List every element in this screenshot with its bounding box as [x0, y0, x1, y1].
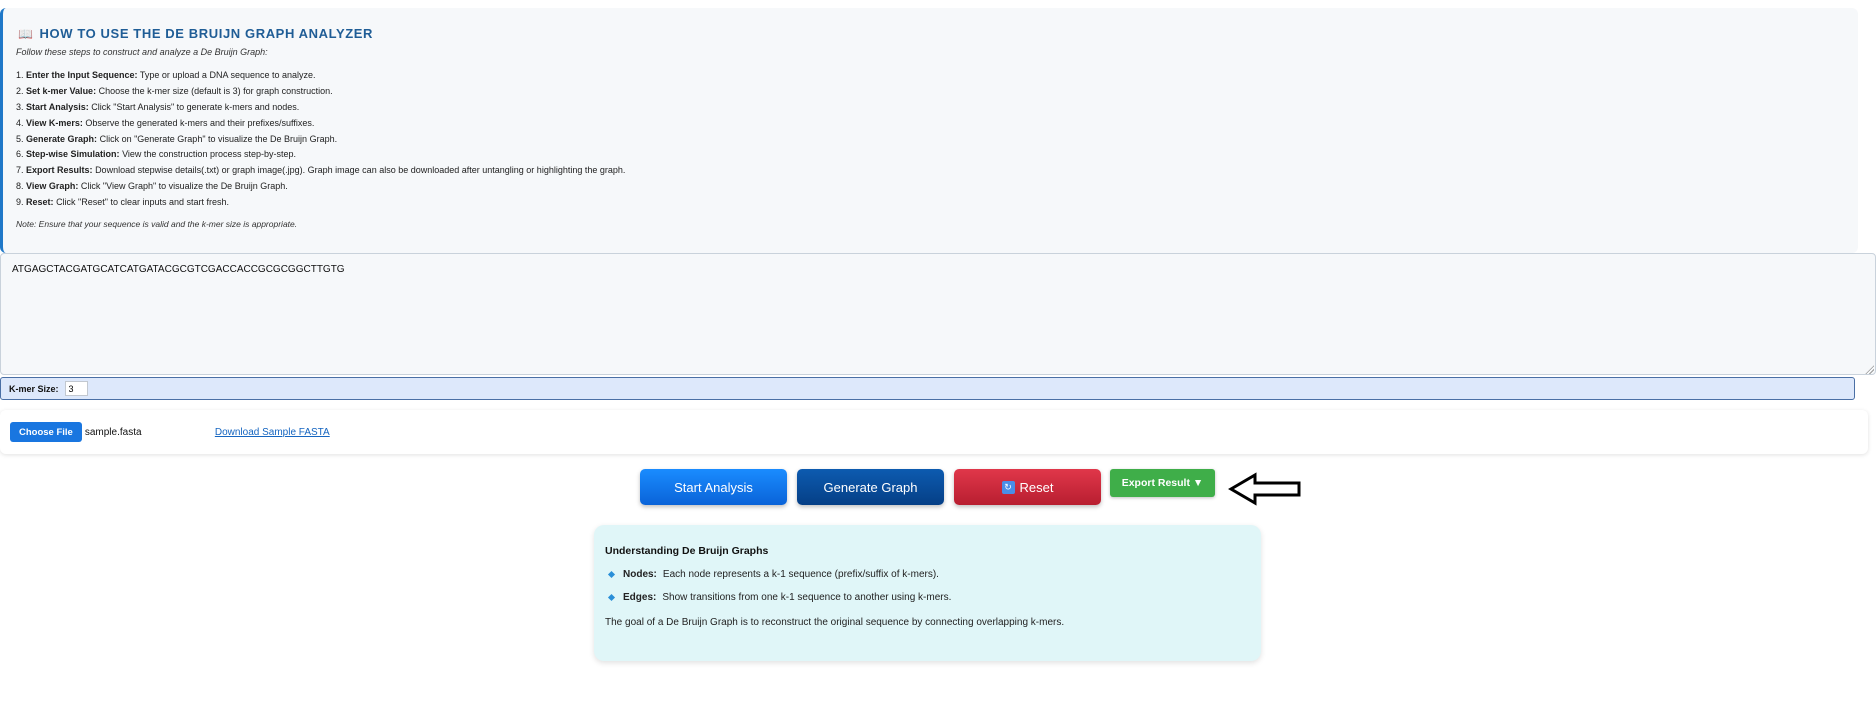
step-number: 2.: [16, 85, 24, 96]
download-sample-link[interactable]: Download Sample FASTA: [215, 427, 330, 438]
step-label: Generate Graph:: [26, 133, 98, 144]
info-item-nodes: Nodes: Each node represents a k-1 sequen…: [607, 569, 1261, 580]
left-arrow-icon: [1228, 472, 1301, 506]
instructions-note: Note: Ensure that your sequence is valid…: [16, 219, 298, 230]
info-item-label: Edges:: [623, 592, 657, 603]
page: 📖 HOW TO USE THE DE BRUIJN GRAPH ANALYZE…: [0, 0, 1876, 705]
step-item: 9. Reset: Click "Reset" to clear inputs …: [16, 195, 1858, 211]
step-label: Start Analysis:: [26, 101, 89, 112]
step-text: View the construction process step-by-st…: [122, 149, 296, 160]
step-number: 9.: [16, 197, 24, 208]
generate-graph-label: Generate Graph: [823, 479, 918, 495]
step-label: Export Results:: [26, 165, 93, 176]
instructions-title-text: HOW TO USE THE DE BRUIJN GRAPH ANALYZER: [39, 26, 374, 41]
step-item: 2. Set k-mer Value: Choose the k-mer siz…: [16, 84, 1858, 100]
step-label: Step-wise Simulation:: [26, 149, 120, 160]
step-number: 7.: [16, 165, 24, 176]
kmer-size-input[interactable]: [64, 381, 88, 396]
instructions-subtitle: Follow these steps to construct and anal…: [16, 47, 268, 57]
choose-file-button[interactable]: Choose File: [10, 422, 82, 442]
step-label: Enter the Input Sequence:: [26, 70, 138, 80]
step-text: Click "Start Analysis" to generate k-mer…: [91, 101, 300, 112]
step-number: 5.: [16, 133, 24, 144]
info-goal-text: The goal of a De Bruijn Graph is to reco…: [605, 617, 1065, 628]
textarea-resize-handle[interactable]: [1865, 365, 1874, 374]
step-text: Observe the generated k-mers and their p…: [85, 117, 315, 128]
diamond-icon: [607, 570, 616, 579]
step-text: Choose the k-mer size (default is 3) for…: [98, 85, 333, 96]
info-title: Understanding De Bruijn Graphs: [605, 545, 769, 557]
step-item: 3. Start Analysis: Click "Start Analysis…: [16, 100, 1858, 116]
reset-button[interactable]: ↻ Reset: [954, 469, 1101, 505]
info-item-edges: Edges: Show transitions from one k-1 seq…: [607, 592, 1261, 603]
step-number: 4.: [16, 117, 24, 128]
step-item: 1. Enter the Input Sequence: Type or upl…: [16, 68, 1858, 84]
step-item: 4. View K-mers: Observe the generated k-…: [16, 116, 1858, 132]
step-label: Set k-mer Value:: [26, 85, 97, 96]
info-item-label: Nodes:: [623, 569, 657, 580]
instructions-panel: 📖 HOW TO USE THE DE BRUIJN GRAPH ANALYZE…: [0, 8, 1858, 253]
step-text: Type or upload a DNA sequence to analyze…: [139, 70, 316, 80]
info-item-text: Each node represents a k-1 sequence (pre…: [662, 569, 939, 580]
step-number: 8.: [16, 181, 24, 192]
step-label: Reset:: [26, 197, 54, 208]
start-analysis-button[interactable]: Start Analysis: [640, 469, 787, 505]
step-text: Click "Reset" to clear inputs and start …: [56, 197, 230, 208]
step-number: 6.: [16, 149, 24, 160]
reset-label: Reset: [1019, 479, 1054, 495]
kmer-size-label: K-mer Size:: [9, 383, 59, 394]
start-analysis-label: Start Analysis: [674, 479, 753, 495]
info-item-text: Show transitions from one k-1 sequence t…: [662, 592, 952, 603]
instructions-title: 📖 HOW TO USE THE DE BRUIJN GRAPH ANALYZE…: [18, 26, 1858, 41]
kmer-size-row: K-mer Size:: [0, 377, 1855, 400]
sequence-input[interactable]: ATGAGCTACGATGCATCATGATACGCGTCGACCACCGCGC…: [0, 253, 1876, 375]
step-number: 1.: [16, 70, 24, 80]
step-text: Click "View Graph" to visualize the De B…: [80, 181, 288, 192]
export-result-dropdown[interactable]: Export Result ▼: [1110, 469, 1215, 497]
step-item: 6. Step-wise Simulation: View the constr…: [16, 147, 1858, 163]
selected-file-name: sample.fasta: [84, 426, 142, 438]
step-item: 5. Generate Graph: Click on "Generate Gr…: [16, 132, 1858, 148]
instructions-steps: 1. Enter the Input Sequence: Type or upl…: [16, 68, 1858, 211]
step-text: Click on "Generate Graph" to visualize t…: [99, 133, 338, 144]
book-icon: 📖: [18, 26, 34, 41]
step-item: 8. View Graph: Click "View Graph" to vis…: [16, 179, 1858, 195]
step-label: View Graph:: [26, 181, 79, 192]
diamond-icon: [607, 593, 616, 602]
step-item: 7. Export Results: Download stepwise det…: [16, 163, 1858, 179]
step-number: 3.: [16, 101, 24, 112]
generate-graph-button[interactable]: Generate Graph: [797, 469, 944, 505]
info-card: Understanding De Bruijn Graphs Nodes: Ea…: [594, 525, 1261, 661]
reset-icon: ↻: [1001, 480, 1015, 494]
step-text: Download stepwise details(.txt) or graph…: [95, 165, 626, 176]
step-label: View K-mers:: [26, 117, 83, 128]
file-upload-row: Choose File sample.fasta Download Sample…: [0, 410, 1868, 454]
